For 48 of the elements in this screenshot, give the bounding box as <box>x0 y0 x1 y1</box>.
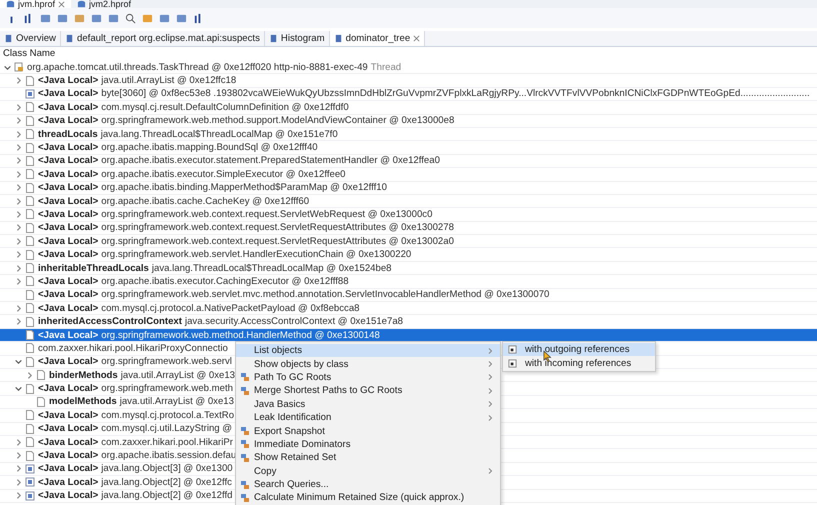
database-icon <box>6 0 15 8</box>
menu-item[interactable]: Show Retained Set <box>236 451 500 465</box>
tab-icon <box>268 34 278 43</box>
tree-row[interactable]: threadLocals java.lang.ThreadLocal$ThreadLocalMap @ 0xe151e7f0 <box>0 128 817 142</box>
menu-item[interactable]: Merge Shortest Paths to GC Roots <box>236 384 500 398</box>
tree-row[interactable]: <Java Local> org.apache.ibatis.cache.CacheKey @ 0xe12fff60 <box>0 194 817 208</box>
tree-row[interactable]: <Java Local> org.apache.ibatis.binding.MapperMethod$ParamMap @ 0xe12fff10 <box>0 182 817 195</box>
tree-row[interactable]: <Java Local> com.mysql.cj.result.DefaultColumnDefinition @ 0xe12ffdf0 <box>0 101 817 115</box>
menu-item[interactable]: Java Basics <box>236 398 500 411</box>
close-icon[interactable] <box>58 0 66 8</box>
menu-item[interactable]: with incoming references <box>503 356 655 370</box>
tree-row[interactable]: <Java Local> org.springframework.web.context.request.ServletRequestAttributes @ 0xe1300278 <box>0 222 817 236</box>
tree-row[interactable]: inheritableThreadLocals java.lang.ThreadLocal$ThreadLocalMap @ 0xe1524be8 <box>0 262 817 276</box>
tab-icon <box>334 34 343 43</box>
menu-item[interactable]: Path To GC Roots <box>236 370 500 384</box>
menu-item[interactable]: Show objects by class <box>236 357 500 371</box>
tree-row[interactable]: <Java Local> org.apache.ibatis.executor.statement.PreparedStatementHandler @ 0xe12ffea0 <box>0 154 817 168</box>
search-icon[interactable] <box>125 12 136 24</box>
view-tab[interactable]: dominator_tree <box>330 31 426 46</box>
tab-icon <box>4 34 13 43</box>
tree-row[interactable]: <Java Local> org.springframework.web.method.support.ModelAndViewContainer @ 0xe13000e8 <box>0 114 817 128</box>
editor-tab[interactable]: jvm.hprof <box>0 0 72 8</box>
view-tab[interactable]: default_report org.eclipse.mat.api:suspects <box>60 31 265 46</box>
tree-row[interactable]: org.apache.tomcat.util.threads.TaskThread @ 0xe12ff020 http-nio-8881-exec-49 Thread <box>0 61 817 74</box>
tree-row[interactable]: <Java Local> java.util.ArrayList @ 0xe12ffc18 <box>0 74 817 88</box>
tree-row[interactable]: <Java Local> org.apache.ibatis.executor.CachingExecutor @ 0xe12fff88 <box>0 275 817 289</box>
menu-item[interactable]: Leak Identification <box>236 410 500 424</box>
menu-item[interactable]: Calculate Minimum Retained Size (quick approx.) <box>236 491 500 505</box>
tree-row[interactable]: <Java Local> org.springframework.web.context.request.ServletWebRequest @ 0xe13000c0 <box>0 208 817 222</box>
tree-row[interactable]: <Java Local> org.apache.ibatis.executor.SimpleExecutor @ 0xe12ffee0 <box>0 168 817 182</box>
menu-item[interactable]: List objects <box>236 344 500 358</box>
tree-row[interactable]: <Java Local> org.apache.ibatis.mapping.BoundSql @ 0xe12fff40 <box>0 141 817 155</box>
tree-row[interactable]: <Java Local> org.springframework.web.servlet.HandlerExecutionChain @ 0xe1300220 <box>0 248 817 262</box>
close-icon[interactable] <box>413 35 420 42</box>
view-tab[interactable]: Overview <box>0 31 61 46</box>
tree-row[interactable]: <Java Local> com.mysql.cj.protocol.a.NativePacketPayload @ 0xf8ebcca8 <box>0 302 817 316</box>
database-icon <box>77 0 86 8</box>
menu-item[interactable]: Export Snapshot <box>236 424 500 438</box>
tree-row[interactable]: <Java Local> org.springframework.web.servlet.mvc.method.annotation.ServletInvocableHandlerMethod @ 0xe1300070 <box>0 288 817 302</box>
menu-item[interactable]: with outgoing references <box>503 343 655 356</box>
tree-row[interactable]: <Java Local> org.springframework.web.context.request.ServletRequestAttributes @ 0xe13002a0 <box>0 235 817 248</box>
menu-item[interactable]: Search Queries... <box>236 478 500 492</box>
menu-item[interactable]: Copy <box>236 464 500 478</box>
editor-tab[interactable]: jvm2.hprof <box>71 0 138 8</box>
column-header[interactable]: Class Name <box>0 47 817 61</box>
menu-item[interactable]: Immediate Dominators <box>236 438 500 452</box>
tab-icon <box>64 34 74 43</box>
tree-row[interactable]: <Java Local> byte[3060] @ 0xf8ec53e8 .193802vcaWEieWukQyUbzssImnDdHblZrGuVvpmrZVFplxkLaRgjyRPy...VlrckVVTFvlVVPobnknICNiClxFGDPnWTEoGpEd.......................... <box>0 88 817 102</box>
